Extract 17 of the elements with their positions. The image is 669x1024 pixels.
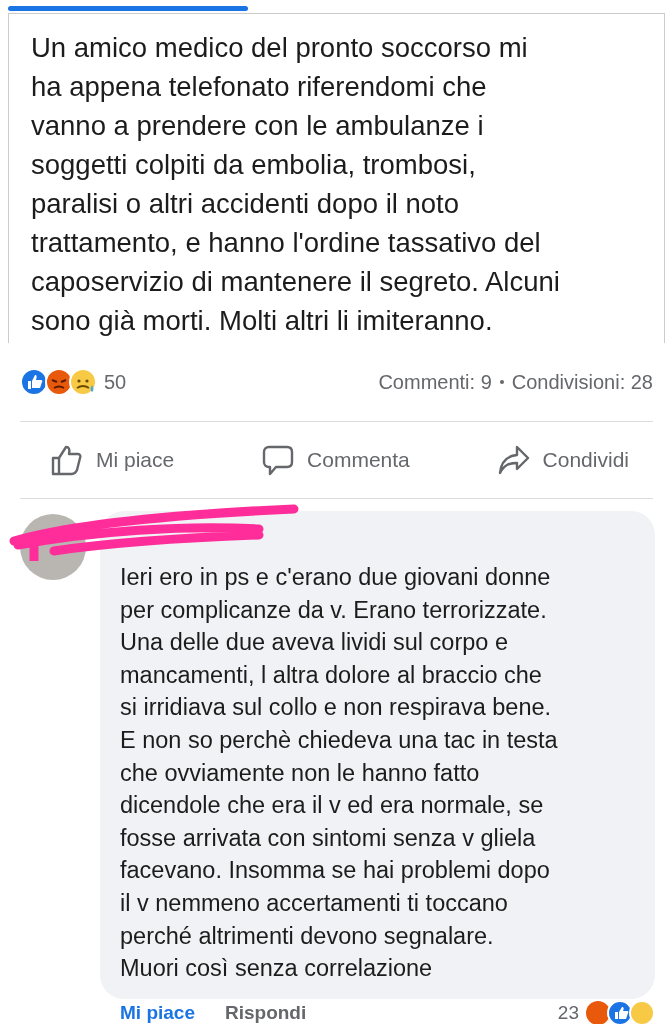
- reaction-count: 50: [104, 370, 127, 394]
- reaction-icons[interactable]: [20, 368, 98, 396]
- comment-button[interactable]: Commenta: [257, 439, 414, 481]
- share-arrow-icon: [496, 443, 531, 477]
- reaction-count: 23: [557, 1001, 579, 1024]
- like-link[interactable]: Mi piace: [120, 1001, 195, 1024]
- reply-link[interactable]: Rispondi: [225, 1001, 307, 1024]
- comment-count[interactable]: Commenti: 9: [378, 370, 492, 394]
- like-button[interactable]: Mi piace: [46, 439, 179, 481]
- reaction-icons[interactable]: [585, 999, 655, 1024]
- speech-bubble-icon: [261, 443, 296, 477]
- thumbs-up-icon: [50, 443, 84, 477]
- share-count[interactable]: Condivisioni: 28: [511, 370, 653, 394]
- separator-dot-icon: [499, 380, 504, 384]
- comment-text: Ieri ero in ps e c'erano due giovani donne per complicanze da v. Erano terrorizzate. Una delle due aveva lividi sul corpo e mancamenti, l altra dolore al braccio che si irridiava sul collo e non respirava bene. E non so perchè chiedeva una tac in testa che ovviamente non le hanno fatto dicendole che era il v ed era normale, se fosse arrivata con sintomi senza v gliela facevano. Insomma se hai problemi dopo il v nemmeno accertamenti ti toccano perché altrimenti devono segnalare. Muori così senza correlazione: [120, 563, 559, 984]
- post-text: Un amico medico del pronto soccorso mi ha appena telefonato riferendomi che vanno a prendere con le ambulanze i soggetti colpiti da embolia, trombosi, paralisi o altri accidenti dopo il noto trattamento, e hanno l'ordine tassativo del caposervizio di mantenere il segreto. Alcuni sono già morti. Molti altri li imiteranno.: [31, 31, 561, 338]
- share-button[interactable]: Condividi: [492, 439, 633, 481]
